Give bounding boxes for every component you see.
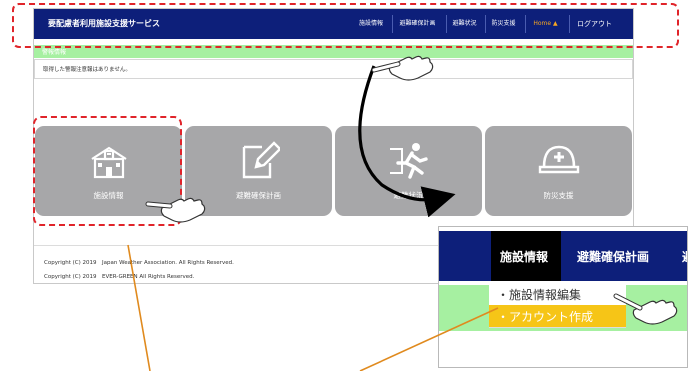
callout-line-right [359, 307, 499, 371]
pointing-hand-icon [613, 293, 678, 325]
pointing-hand-icon [371, 55, 434, 81]
pointing-hand-icon [145, 197, 206, 223]
callout-line-left [127, 244, 151, 371]
annotation-overlay [127, 55, 678, 371]
curved-arrow [358, 65, 456, 218]
